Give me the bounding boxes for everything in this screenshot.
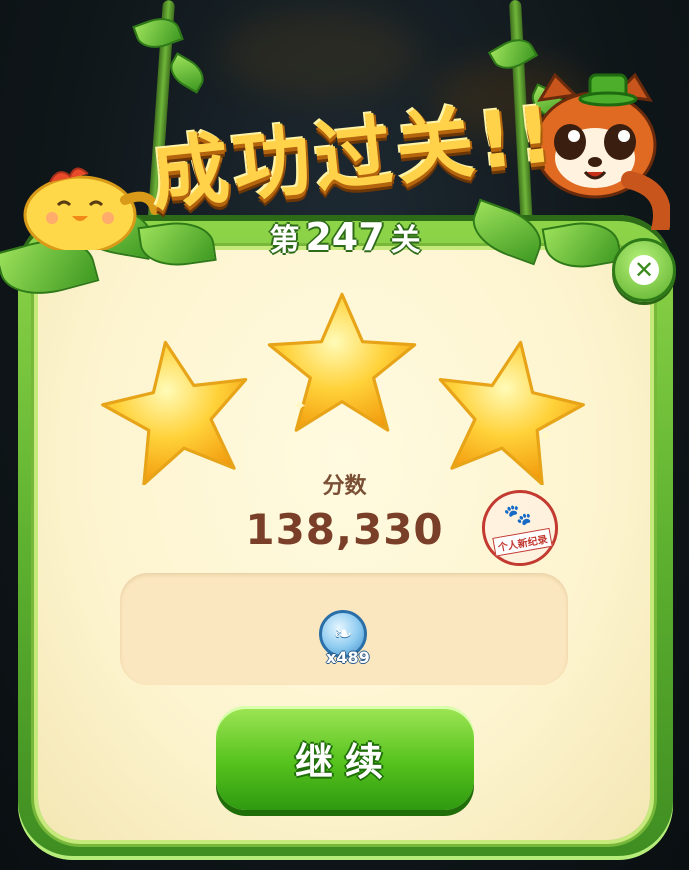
paw-icon: 🐾	[502, 500, 534, 530]
close-icon: ✕	[629, 255, 659, 285]
score-label: 分数	[322, 474, 367, 499]
close-button[interactable]: ✕	[612, 238, 676, 302]
level-suffix: 关	[390, 223, 421, 258]
level-indicator: 第 247 关	[255, 214, 435, 262]
background-glow	[220, 10, 420, 100]
star-1-icon	[101, 340, 248, 485]
star-3-icon	[438, 340, 585, 485]
leaf-icon: ❧	[333, 621, 353, 647]
record-stamp-label: 个人新纪录	[492, 527, 553, 557]
sparkle-icon: ✦	[292, 396, 308, 417]
reward-count: x489	[326, 648, 370, 667]
continue-button[interactable]: 继续	[216, 706, 474, 810]
score-value: 138,330	[245, 505, 444, 554]
sparkle-icon: ✦	[538, 426, 554, 447]
chick-mascot	[23, 167, 160, 250]
leaf-decoration	[132, 11, 184, 55]
level-number: 247	[305, 215, 385, 259]
star-2-icon	[267, 292, 417, 432]
level-prefix: 第	[269, 223, 300, 258]
